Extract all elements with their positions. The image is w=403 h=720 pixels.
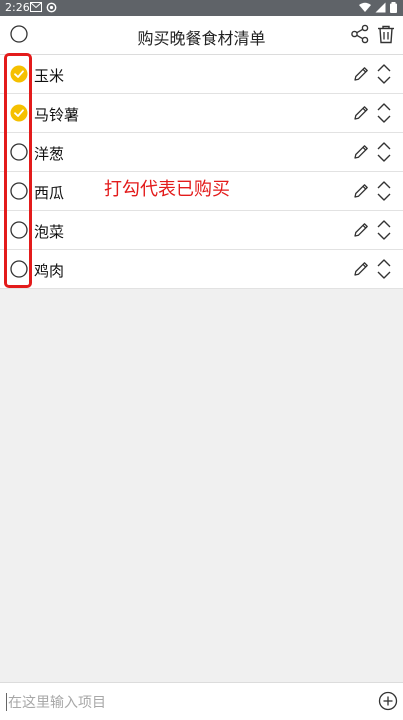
share-button[interactable] bbox=[350, 24, 370, 48]
list-item[interactable]: 马铃薯 bbox=[0, 94, 403, 133]
edit-button[interactable] bbox=[352, 143, 370, 165]
screen: 2:26 购买晚餐食材清单 玉米 马铃薯 洋葱 西瓜 泡菜 鸡肉 打勾代表已购买… bbox=[0, 0, 403, 720]
add-item-bar bbox=[0, 682, 403, 720]
item-label: 玉米 bbox=[34, 67, 65, 85]
pencil-icon bbox=[354, 106, 368, 120]
item-label: 泡菜 bbox=[34, 223, 65, 241]
share-icon bbox=[351, 24, 369, 44]
signal-icon bbox=[375, 2, 386, 13]
item-label: 鸡肉 bbox=[34, 262, 65, 280]
pencil-icon bbox=[354, 67, 368, 81]
status-time: 2:26 bbox=[5, 1, 30, 14]
settings-icon bbox=[46, 2, 57, 13]
plus-circle-icon bbox=[378, 691, 398, 711]
reorder-handle[interactable] bbox=[376, 218, 392, 246]
delete-button[interactable] bbox=[376, 24, 396, 48]
reorder-handle[interactable] bbox=[376, 257, 392, 285]
reorder-handle[interactable] bbox=[376, 179, 392, 207]
page-title: 购买晚餐食材清单 bbox=[137, 29, 266, 48]
chevron-up-down-icon bbox=[377, 220, 391, 240]
item-label: 洋葱 bbox=[34, 145, 65, 163]
wifi-icon bbox=[359, 2, 371, 12]
status-bar: 2:26 bbox=[0, 0, 403, 16]
item-label: 西瓜 bbox=[34, 184, 65, 202]
chevron-up-down-icon bbox=[377, 259, 391, 279]
pencil-icon bbox=[354, 262, 368, 276]
trash-icon bbox=[378, 25, 394, 44]
list-item[interactable]: 泡菜 bbox=[0, 211, 403, 250]
edit-button[interactable] bbox=[352, 104, 370, 126]
status-left-icons bbox=[30, 2, 57, 13]
chevron-up-down-icon bbox=[377, 181, 391, 201]
list-item[interactable]: 玉米 bbox=[0, 55, 403, 94]
edit-button[interactable] bbox=[352, 182, 370, 204]
edit-button[interactable] bbox=[352, 260, 370, 282]
reorder-handle[interactable] bbox=[376, 62, 392, 90]
chevron-up-down-icon bbox=[377, 142, 391, 162]
item-label: 马铃薯 bbox=[34, 106, 80, 124]
annotation-highlight-box bbox=[4, 53, 32, 288]
new-item-input[interactable] bbox=[6, 689, 370, 717]
battery-icon bbox=[390, 2, 397, 13]
add-item-button[interactable] bbox=[378, 691, 398, 715]
app-header: 购买晚餐食材清单 bbox=[0, 16, 403, 55]
reorder-handle[interactable] bbox=[376, 101, 392, 129]
edit-button[interactable] bbox=[352, 65, 370, 87]
pencil-icon bbox=[354, 184, 368, 198]
status-right-icons bbox=[359, 2, 397, 13]
edit-button[interactable] bbox=[352, 221, 370, 243]
annotation-text: 打勾代表已购买 bbox=[104, 179, 230, 200]
item-list: 玉米 马铃薯 洋葱 西瓜 泡菜 鸡肉 bbox=[0, 55, 403, 289]
chevron-up-down-icon bbox=[377, 64, 391, 84]
gmail-icon bbox=[30, 2, 42, 12]
reorder-handle[interactable] bbox=[376, 140, 392, 168]
pencil-icon bbox=[354, 223, 368, 237]
list-item[interactable]: 鸡肉 bbox=[0, 250, 403, 289]
chevron-up-down-icon bbox=[377, 103, 391, 123]
list-item[interactable]: 洋葱 bbox=[0, 133, 403, 172]
pencil-icon bbox=[354, 145, 368, 159]
